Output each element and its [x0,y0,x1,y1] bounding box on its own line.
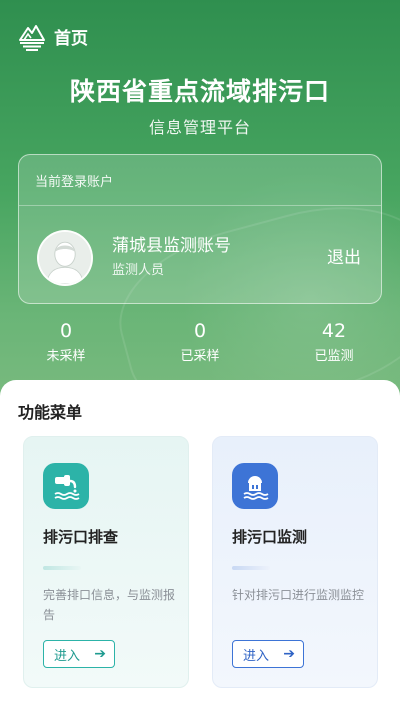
account-label: 当前登录账户 [35,175,114,190]
stats-row: 0 未采样 0 已采样 42 已监测 [0,318,400,374]
function-menu-sheet: 功能菜单 排污口排查 完善排口信息，与监测报告 进入 ➔ 排污口监测 针对排污口… [0,380,400,711]
enter-button-label: 进入 [54,648,81,664]
card-description: 完善排口信息，与监测报告 [43,588,176,622]
stat-label: 已采样 [180,349,220,364]
page-title: 陕西省重点流域排污口 [69,77,330,106]
account-name: 蒲城县监测账号 [112,236,231,256]
arrow-right-icon: ➔ [94,646,106,662]
page-subtitle: 信息管理平台 [148,118,251,137]
stat-label: 已监测 [314,349,354,364]
stat-sampled[interactable]: 0 已采样 [150,318,250,368]
enter-button-label: 进入 [243,648,270,664]
card-title: 排污口排查 [43,528,119,546]
stat-value: 42 [321,320,347,342]
user-avatar-icon [37,230,93,286]
sewage-outlet-icon [43,463,89,509]
nav-title: 首页 [54,28,88,49]
menu-title: 功能菜单 [18,403,83,422]
arrow-right-icon: ➔ [283,646,295,662]
card-accent-bar [43,566,81,570]
logout-button[interactable]: 退出 [327,243,361,268]
outlet-inspection-card[interactable]: 排污口排查 完善排口信息，与监测报告 进入 ➔ [23,436,189,688]
card-divider [19,205,381,206]
account-card: 当前登录账户 蒲城县监测账号 监测人员 退出 [18,154,382,304]
monitoring-station-icon [232,463,278,509]
hero-header: 首页 陕西省重点流域排污口 信息管理平台 当前登录账户 蒲城县监测账号 监测人员… [0,0,400,420]
stat-value: 0 [59,320,73,342]
card-title: 排污口监测 [232,528,308,546]
outlet-monitoring-card[interactable]: 排污口监测 针对排污口进行监测监控 进入 ➔ [212,436,378,688]
stat-label: 未采样 [46,349,86,364]
top-bar: 首页 [18,20,88,52]
card-description: 针对排污口进行监测监控 [232,588,365,602]
stat-unsampled[interactable]: 0 未采样 [16,318,116,368]
account-role: 监测人员 [112,263,165,278]
card-accent-bar [232,566,270,570]
stat-monitored[interactable]: 42 已监测 [284,318,384,368]
mountain-logo-icon [19,25,45,51]
enter-monitoring-button[interactable]: 进入 ➔ [232,640,304,668]
stat-value: 0 [193,320,207,342]
enter-inspection-button[interactable]: 进入 ➔ [43,640,115,668]
